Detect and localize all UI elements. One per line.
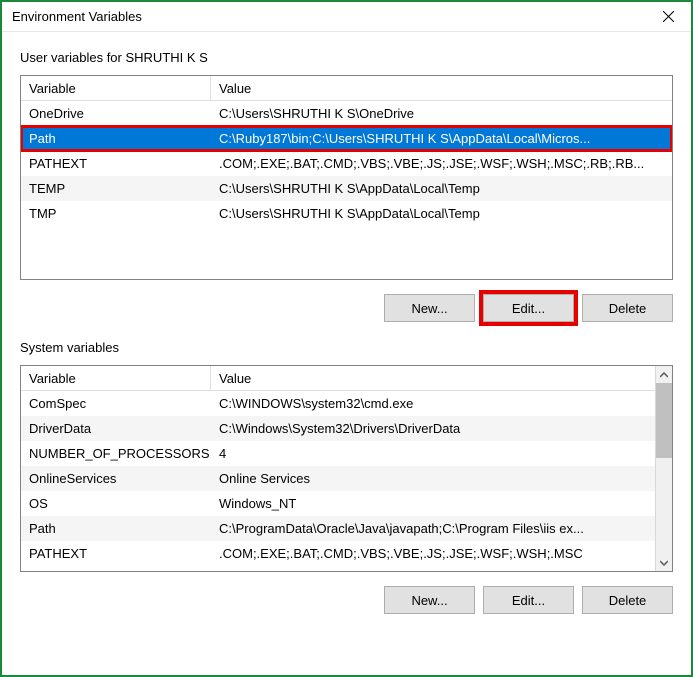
cell-variable: OnlineServices: [21, 471, 211, 486]
user-delete-button[interactable]: Delete: [582, 294, 673, 322]
table-row[interactable]: TEMP C:\Users\SHRUTHI K S\AppData\Local\…: [21, 176, 672, 201]
cell-variable: ComSpec: [21, 396, 211, 411]
dialog-content: User variables for SHRUTHI K S Variable …: [2, 32, 691, 675]
cell-value: C:\Users\SHRUTHI K S\OneDrive: [211, 106, 672, 121]
table-row[interactable]: NUMBER_OF_PROCESSORS 4: [21, 441, 655, 466]
close-icon: [663, 11, 674, 22]
column-header-value[interactable]: Value: [211, 76, 672, 100]
user-table-body: OneDrive C:\Users\SHRUTHI K S\OneDrive P…: [21, 101, 672, 226]
cell-variable: DriverData: [21, 421, 211, 436]
user-edit-button[interactable]: Edit...: [483, 294, 574, 322]
cell-variable: Path: [21, 131, 211, 146]
cell-value: Windows_NT: [211, 496, 655, 511]
system-variables-table: Variable Value ComSpec C:\WINDOWS\system…: [20, 365, 673, 572]
table-row[interactable]: Path C:\Ruby187\bin;C:\Users\SHRUTHI K S…: [21, 126, 672, 151]
cell-variable: TEMP: [21, 181, 211, 196]
cell-variable: OneDrive: [21, 106, 211, 121]
cell-value: C:\Users\SHRUTHI K S\AppData\Local\Temp: [211, 181, 672, 196]
window-title: Environment Variables: [12, 9, 142, 24]
cell-value: C:\Ruby187\bin;C:\Users\SHRUTHI K S\AppD…: [211, 131, 672, 146]
system-variables-label: System variables: [20, 340, 673, 355]
column-header-variable[interactable]: Variable: [21, 76, 211, 100]
cell-value: 4: [211, 446, 655, 461]
cell-variable: NUMBER_OF_PROCESSORS: [21, 446, 211, 461]
scroll-down-button[interactable]: [656, 554, 672, 571]
table-row[interactable]: OneDrive C:\Users\SHRUTHI K S\OneDrive: [21, 101, 672, 126]
cell-variable: PATHEXT: [21, 156, 211, 171]
user-variables-label: User variables for SHRUTHI K S: [20, 50, 673, 65]
table-row[interactable]: ComSpec C:\WINDOWS\system32\cmd.exe: [21, 391, 655, 416]
system-buttons-row: New... Edit... Delete: [20, 586, 673, 614]
cell-variable: PATHEXT: [21, 546, 211, 561]
column-header-value[interactable]: Value: [211, 366, 655, 390]
table-row[interactable]: OS Windows_NT: [21, 491, 655, 516]
user-variables-table: Variable Value OneDrive C:\Users\SHRUTHI…: [20, 75, 673, 280]
chevron-up-icon: [660, 371, 668, 379]
system-table-body: ComSpec C:\WINDOWS\system32\cmd.exe Driv…: [21, 391, 655, 566]
column-header-variable[interactable]: Variable: [21, 366, 211, 390]
cell-value: C:\WINDOWS\system32\cmd.exe: [211, 396, 655, 411]
scroll-track[interactable]: [656, 383, 672, 554]
cell-variable: Path: [21, 521, 211, 536]
environment-variables-dialog: Environment Variables User variables for…: [0, 0, 693, 677]
user-new-button[interactable]: New...: [384, 294, 475, 322]
scroll-up-button[interactable]: [656, 366, 672, 383]
table-row[interactable]: OnlineServices Online Services: [21, 466, 655, 491]
cell-value: .COM;.EXE;.BAT;.CMD;.VBS;.VBE;.JS;.JSE;.…: [211, 156, 672, 171]
table-row[interactable]: PATHEXT .COM;.EXE;.BAT;.CMD;.VBS;.VBE;.J…: [21, 151, 672, 176]
cell-value: .COM;.EXE;.BAT;.CMD;.VBS;.VBE;.JS;.JSE;.…: [211, 546, 655, 561]
cell-variable: TMP: [21, 206, 211, 221]
chevron-down-icon: [660, 559, 668, 567]
table-row[interactable]: PATHEXT .COM;.EXE;.BAT;.CMD;.VBS;.VBE;.J…: [21, 541, 655, 566]
close-button[interactable]: [646, 2, 691, 32]
cell-variable: OS: [21, 496, 211, 511]
cell-value: C:\ProgramData\Oracle\Java\javapath;C:\P…: [211, 521, 655, 536]
user-table-header[interactable]: Variable Value: [21, 76, 672, 101]
system-scrollbar[interactable]: [655, 366, 672, 571]
titlebar: Environment Variables: [2, 2, 691, 32]
cell-value: C:\Users\SHRUTHI K S\AppData\Local\Temp: [211, 206, 672, 221]
table-row[interactable]: Path C:\ProgramData\Oracle\Java\javapath…: [21, 516, 655, 541]
cell-value: Online Services: [211, 471, 655, 486]
table-row[interactable]: DriverData C:\Windows\System32\Drivers\D…: [21, 416, 655, 441]
system-table-header[interactable]: Variable Value: [21, 366, 655, 391]
system-edit-button[interactable]: Edit...: [483, 586, 574, 614]
system-new-button[interactable]: New...: [384, 586, 475, 614]
system-delete-button[interactable]: Delete: [582, 586, 673, 614]
table-row[interactable]: TMP C:\Users\SHRUTHI K S\AppData\Local\T…: [21, 201, 672, 226]
user-buttons-row: New... Edit... Delete: [20, 294, 673, 322]
scroll-thumb[interactable]: [656, 383, 672, 458]
cell-value: C:\Windows\System32\Drivers\DriverData: [211, 421, 655, 436]
